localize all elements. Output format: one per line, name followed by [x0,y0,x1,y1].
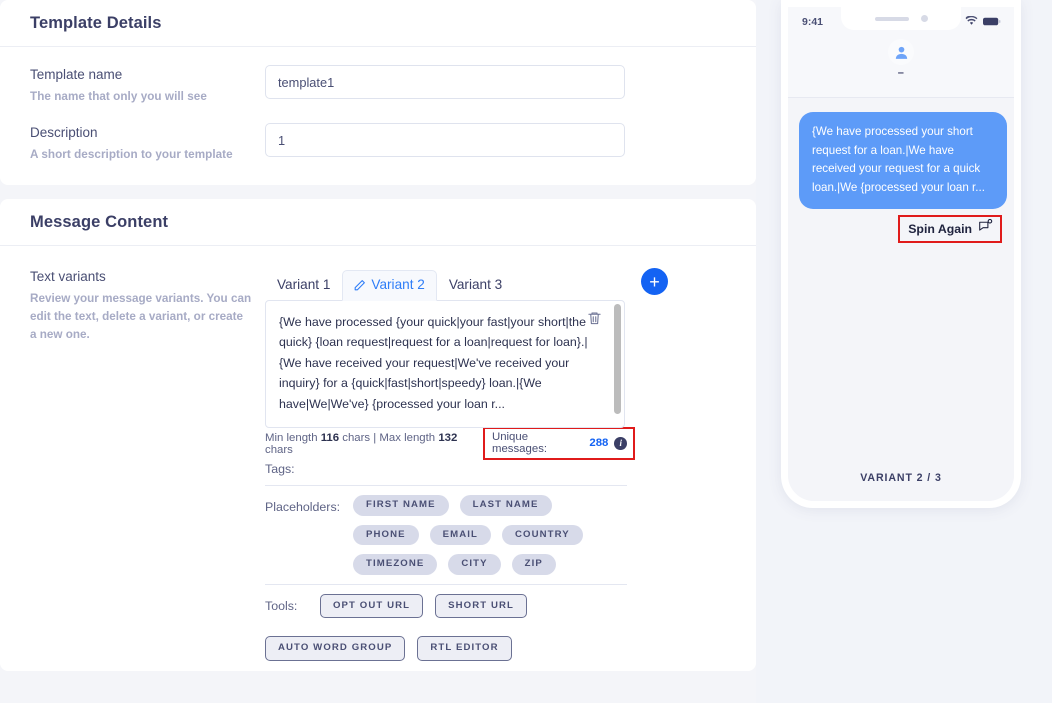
placeholder-chip-zip[interactable]: ZIP [511,554,556,575]
variant-counter: VARIANT 2 / 3 [860,472,942,484]
tab-variant-3[interactable]: Variant 3 [437,271,514,300]
description-row: Description A short description to your … [0,123,756,163]
template-details-header: Template Details [0,0,756,47]
variant-editor[interactable]: {We have processed {your quick|your fast… [265,300,625,428]
tab-variant-2-label: Variant 2 [371,277,425,293]
variant-meta-row: Min length 116 chars | Max length 132 ch… [265,427,635,460]
template-name-hint: The name that only you will see [30,90,207,103]
avatar [888,39,914,65]
opt-out-url-button[interactable]: OPT OUT URL [320,593,424,619]
placeholder-chip-timezone[interactable]: TIMEZONE [353,554,438,575]
description-input[interactable] [265,123,625,157]
min-length-suffix: chars | Max length [339,431,439,444]
description-label-col: Description A short description to your … [30,123,265,163]
phone-notch [841,7,961,30]
message-content-header: Message Content [0,199,756,246]
placeholder-chip-last-name[interactable]: LAST NAME [459,495,552,516]
text-variants-description-col: Text variants Review your message varian… [30,266,265,453]
tab-variant-1-label: Variant 1 [277,277,331,293]
max-length-value: 132 [438,431,458,444]
variant-tabs: Variant 1 Variant 2 Variant 3 + [265,266,668,301]
spin-again-button[interactable]: Spin Again [898,215,1002,243]
text-variants-row: Text variants Review your message varian… [0,266,756,460]
tab-variant-2[interactable]: Variant 2 [342,270,437,301]
template-name-row: Template name The name that only you wil… [0,65,756,105]
text-variants-title: Text variants [30,269,106,284]
unique-messages-badge: Unique messages: 288 i [482,427,635,460]
placeholders-line: Placeholders: FIRST NAME LAST NAME PHONE… [265,486,627,584]
placeholder-chip-email[interactable]: EMAIL [429,524,491,546]
placeholder-chip-country[interactable]: COUNTRY [501,524,583,546]
tab-variant-3-label: Variant 3 [448,277,503,293]
status-indicators [965,13,1001,31]
tab-variant-1[interactable]: Variant 1 [265,271,342,300]
message-bubble: {We have processed your short request fo… [799,112,1007,209]
add-variant-button[interactable]: + [641,268,668,295]
min-length-value: 116 [320,431,340,444]
min-length-prefix: Min length [265,431,321,444]
phone-screen: 9:41 – {We have processed your short req… [788,7,1014,501]
speaker-icon [874,16,909,21]
tools-line: Tools: OPT OUT URL SHORT URL [265,585,627,628]
variants-panel: Variant 1 Variant 2 Variant 3 + {We have… [265,266,668,460]
variant-editor-scrollbar[interactable] [614,304,621,414]
variant-editor-text: {We have processed {your quick|your fast… [279,315,590,411]
template-details-body: Template name The name that only you wil… [0,47,756,185]
preview-column: 9:41 – {We have processed your short req… [756,0,1052,703]
message-content-title: Message Content [30,212,169,231]
auto-word-group-button[interactable]: AUTO WORD GROUP [265,636,406,661]
unique-messages-value: 288 [589,437,609,449]
placeholder-chip-city[interactable]: CITY [448,554,501,575]
spin-chat-icon [978,218,993,238]
tool-buttons-row2: AUTO WORD GROUP RTL EDITOR [265,636,627,661]
tool-buttons: OPT OUT URL SHORT URL [320,593,627,619]
placeholder-chip-phone[interactable]: PHONE [353,524,419,546]
max-length-suffix: chars [265,443,293,456]
phone-chat-area: {We have processed your short request fo… [788,98,1014,501]
status-time: 9:41 [802,15,824,28]
spin-again-label: Spin Again [908,221,972,236]
text-variants-description: Review your message variants. You can ed… [30,292,252,342]
contact-name: – [897,67,905,79]
battery-icon [983,13,1001,31]
template-editor-page: Template Details Template name The name … [0,0,1052,703]
description-hint: A short description to your template [30,148,233,161]
delete-variant-icon[interactable] [587,310,602,326]
length-info: Min length 116 chars | Max length 132 ch… [265,432,483,456]
template-name-label: Template name [30,67,123,82]
message-content-body: Text variants Review your message varian… [0,246,756,671]
template-name-input[interactable] [265,65,625,99]
phone-contact-header: – [788,36,1014,98]
placeholder-chips: FIRST NAME LAST NAME PHONE EMAIL COUNTRY… [353,495,627,575]
short-url-button[interactable]: SHORT URL [435,593,527,619]
camera-icon [920,15,928,22]
unique-messages-label: Unique messages: [491,431,548,455]
wifi-icon [965,13,978,31]
placeholder-chip-first-name[interactable]: FIRST NAME [353,495,449,516]
placeholders-block: Placeholders: FIRST NAME LAST NAME PHONE… [265,486,627,585]
template-name-label-col: Template name The name that only you wil… [30,65,265,105]
template-details-card: Template Details Template name The name … [0,0,756,185]
page-title: Template Details [30,13,162,32]
phone-mockup: 9:41 – {We have processed your short req… [781,0,1021,508]
info-icon[interactable]: i [614,436,627,450]
description-label: Description [30,125,98,140]
rtl-editor-button[interactable]: RTL EDITOR [417,636,512,661]
tools-block: Tools: OPT OUT URL SHORT URL AUTO WORD G… [265,585,627,661]
message-content-card: Message Content Text variants Review you… [0,199,756,671]
main-content-column: Template Details Template name The name … [0,0,756,703]
spin-again-row: Spin Again [799,215,1003,243]
card-divider-gap [0,185,756,199]
pencil-icon [353,279,366,292]
